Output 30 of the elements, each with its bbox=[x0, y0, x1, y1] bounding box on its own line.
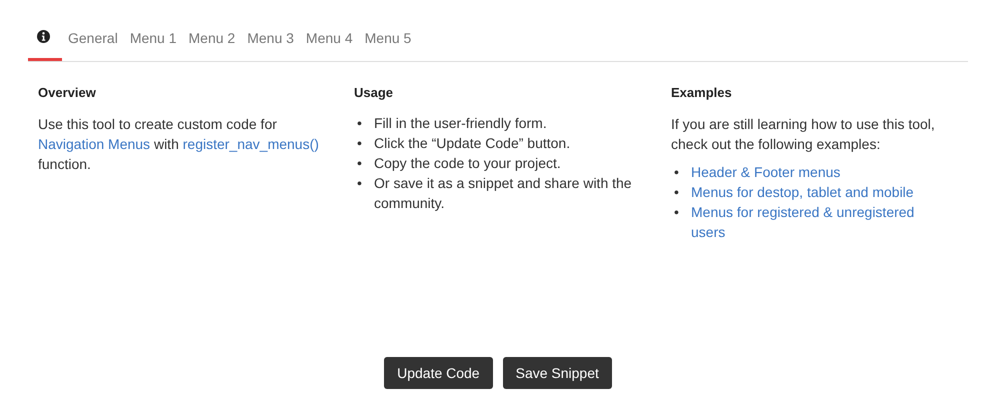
action-button[interactable]: Update Code bbox=[384, 357, 493, 389]
bullet: • bbox=[357, 174, 363, 193]
list-item: Or save it as a snippet and share with the community. bbox=[374, 174, 633, 213]
bullet: • bbox=[674, 163, 680, 182]
example-link[interactable]: Menus for registered & unregistered users bbox=[691, 202, 938, 242]
action-button[interactable]: Save Snippet bbox=[502, 357, 612, 389]
bullet: • bbox=[357, 114, 363, 133]
tab[interactable]: Menu 5 bbox=[358, 24, 418, 61]
tab[interactable]: Menu 3 bbox=[241, 24, 300, 61]
bullet: • bbox=[357, 134, 363, 153]
tab[interactable]: Menu 1 bbox=[124, 24, 183, 61]
info-icon bbox=[37, 30, 50, 43]
tab[interactable]: Menu 2 bbox=[182, 24, 242, 61]
example-link[interactable]: Header & Footer menus bbox=[691, 162, 840, 182]
bullet: • bbox=[357, 154, 363, 173]
example-link[interactable]: Menus for destop, tablet and mobile bbox=[691, 182, 914, 202]
section-heading: Usage bbox=[354, 85, 394, 100]
list-item: Fill in the user-friendly form. bbox=[374, 114, 547, 133]
section-heading: Overview bbox=[38, 85, 97, 100]
bullet: • bbox=[674, 183, 680, 202]
intro-text: If you are still learning how to use this tool, check out the following examples: bbox=[671, 115, 936, 154]
link[interactable]: register_nav_menus() bbox=[182, 136, 319, 152]
tab[interactable]: Menu 4 bbox=[300, 24, 359, 61]
list-item: Copy the code to your project. bbox=[374, 154, 561, 173]
overview-paragraph: Use this tool to create custom code for Navigation Menus with register_nav_menus() function. bbox=[38, 115, 320, 174]
bullet: • bbox=[674, 203, 680, 222]
tab[interactable]: General bbox=[62, 24, 124, 61]
link[interactable]: Navigation Menus bbox=[38, 136, 150, 152]
section-heading: Examples bbox=[671, 85, 733, 100]
list-item: Click the “Update Code” button. bbox=[374, 134, 570, 153]
